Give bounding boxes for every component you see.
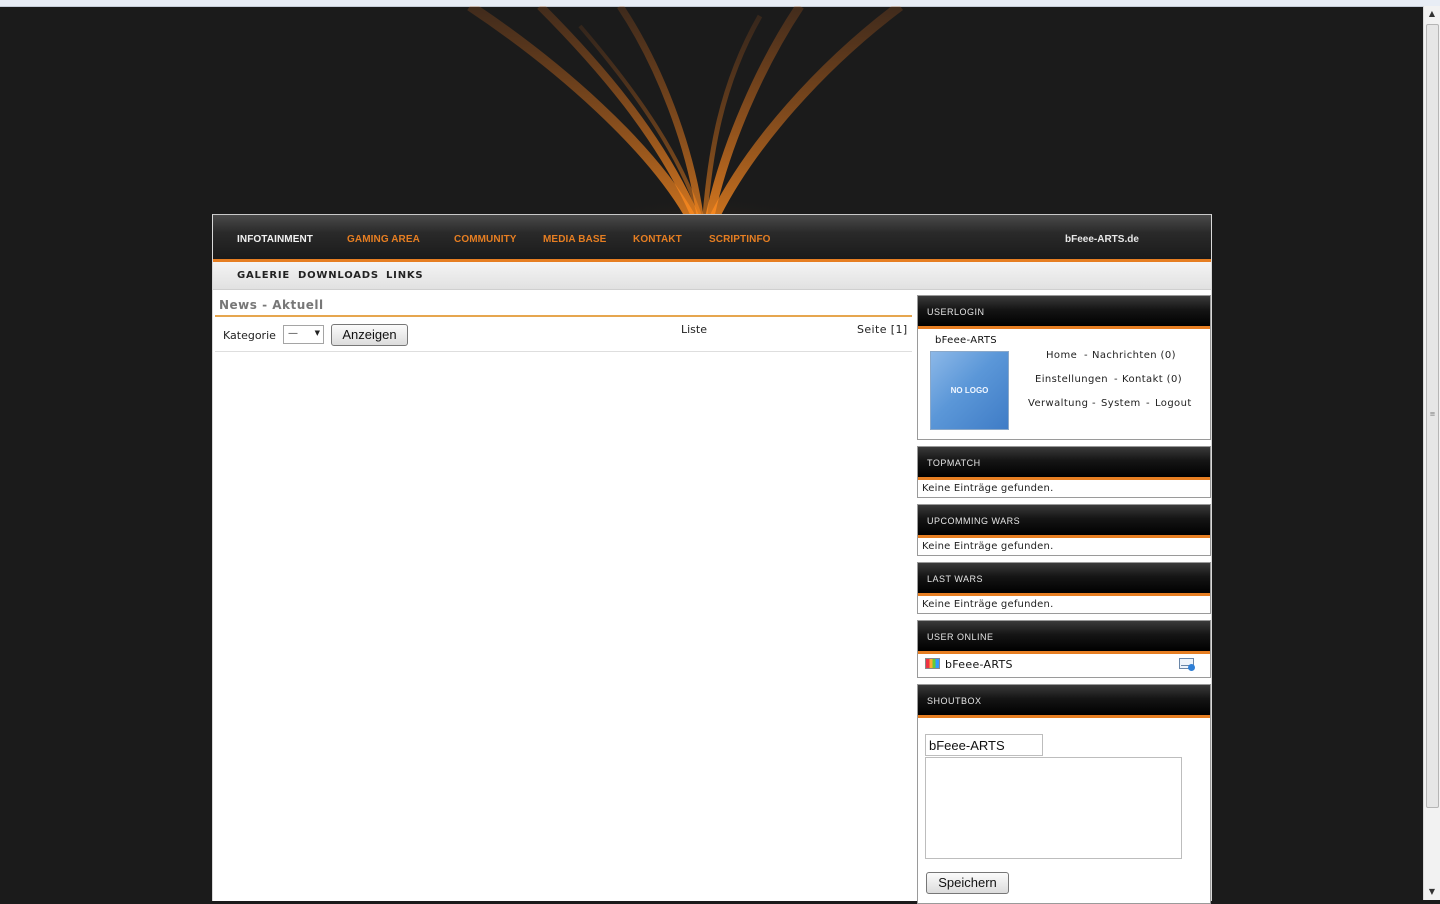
- last-wars-header: LAST WARS: [918, 563, 1210, 596]
- page-wrapper: INFOTAINMENT GAMING AREA COMMUNITY MEDIA…: [212, 214, 1212, 904]
- last-wars-title: LAST WARS: [927, 574, 984, 584]
- nav-community[interactable]: COMMUNITY: [454, 234, 517, 245]
- link-logout[interactable]: Logout: [1155, 398, 1192, 409]
- page-title: News - Aktuell: [219, 298, 324, 312]
- last-wars-empty: Keine Einträge gefunden.: [922, 599, 1054, 610]
- shoutbox-save-button[interactable]: Speichern: [926, 872, 1009, 894]
- nav-kontakt[interactable]: KONTAKT: [633, 234, 682, 245]
- subnav-galerie[interactable]: GALERIE: [237, 270, 290, 281]
- userlogin-header: USERLOGIN: [918, 296, 1210, 329]
- online-user-name[interactable]: bFeee-ARTS: [945, 658, 1013, 671]
- category-select[interactable]: — ▼: [283, 325, 324, 344]
- topmatch-header: TOPMATCH: [918, 447, 1210, 480]
- last-wars-box: LAST WARS Keine Einträge gefunden.: [917, 562, 1211, 614]
- shoutbox-box: SHOUTBOX bFeee-ARTS Speichern: [917, 684, 1211, 904]
- nav-infotainment[interactable]: INFOTAINMENT: [237, 234, 313, 245]
- login-username[interactable]: bFeee-ARTS: [935, 335, 997, 346]
- user-online-box: USER ONLINE bFeee-ARTS: [917, 620, 1211, 678]
- subnav-links[interactable]: LINKS: [386, 270, 423, 281]
- category-selected-value: —: [288, 328, 298, 339]
- link-separator: -: [1084, 350, 1088, 361]
- topmatch-box: TOPMATCH Keine Einträge gefunden.: [917, 446, 1211, 498]
- header-fire-artwork: [467, 6, 904, 216]
- send-message-icon[interactable]: [1179, 658, 1195, 671]
- link-separator: -: [1146, 398, 1150, 409]
- link-separator: -: [1114, 374, 1118, 385]
- category-label: Kategorie: [223, 329, 276, 342]
- nav-media-base[interactable]: MEDIA BASE: [543, 234, 606, 245]
- upcoming-wars-empty: Keine Einträge gefunden.: [922, 541, 1054, 552]
- topmatch-title: TOPMATCH: [927, 458, 981, 468]
- user-online-title: USER ONLINE: [927, 632, 994, 642]
- sub-navigation: GALERIE DOWNLOADS LINKS: [213, 262, 1211, 290]
- scrollbar-grip-icon: ≡: [1429, 410, 1436, 418]
- link-system[interactable]: System: [1101, 398, 1141, 409]
- upcoming-wars-title: UPCOMMING WARS: [927, 516, 1021, 526]
- shoutbox-title: SHOUTBOX: [927, 696, 982, 706]
- shoutbox-header: SHOUTBOX: [918, 685, 1210, 718]
- link-home[interactable]: Home: [1046, 350, 1077, 361]
- show-button[interactable]: Anzeigen: [331, 324, 408, 346]
- userlogin-box: USERLOGIN bFeee-ARTS NO LOGO Home - Nach…: [917, 295, 1211, 440]
- subnav-downloads[interactable]: DOWNLOADS: [298, 270, 379, 281]
- scroll-down-arrow-icon[interactable]: ▼: [1424, 884, 1440, 900]
- main-navigation: INFOTAINMENT GAMING AREA COMMUNITY MEDIA…: [213, 215, 1211, 262]
- avatar[interactable]: NO LOGO: [930, 351, 1009, 430]
- scrollbar-thumb[interactable]: ≡: [1426, 24, 1439, 808]
- mail-arrow-icon: [1188, 664, 1195, 671]
- list-view-link[interactable]: Liste: [681, 323, 707, 336]
- content-divider: [215, 351, 912, 352]
- title-underline: [215, 315, 912, 317]
- shoutbox-name-input[interactable]: bFeee-ARTS: [925, 734, 1043, 756]
- country-flag-icon: [925, 658, 940, 669]
- link-verwaltung[interactable]: Verwaltung: [1028, 398, 1088, 409]
- shoutbox-message-textarea[interactable]: [925, 757, 1182, 859]
- avatar-placeholder-text: NO LOGO: [950, 386, 989, 395]
- page-scrollbar[interactable]: ▲ ≡ ▼: [1423, 6, 1440, 900]
- link-kontakt[interactable]: Kontakt (0): [1122, 374, 1182, 385]
- topmatch-empty: Keine Einträge gefunden.: [922, 483, 1054, 494]
- nav-scriptinfo[interactable]: SCRIPTINFO: [709, 234, 771, 245]
- link-einstellungen[interactable]: Einstellungen: [1035, 374, 1108, 385]
- user-online-header: USER ONLINE: [918, 621, 1210, 654]
- upcoming-wars-header: UPCOMMING WARS: [918, 505, 1210, 538]
- scroll-up-arrow-icon[interactable]: ▲: [1424, 6, 1440, 22]
- chevron-down-icon: ▼: [314, 329, 320, 337]
- site-name: bFeee-ARTS.de: [1065, 234, 1139, 245]
- link-nachrichten[interactable]: Nachrichten (0): [1092, 350, 1176, 361]
- userlogin-title: USERLOGIN: [927, 307, 985, 317]
- pagination-info[interactable]: Seite [1]: [857, 323, 908, 336]
- link-separator: -: [1092, 398, 1096, 409]
- upcoming-wars-box: UPCOMMING WARS Keine Einträge gefunden.: [917, 504, 1211, 556]
- nav-gaming-area[interactable]: GAMING AREA: [347, 234, 420, 245]
